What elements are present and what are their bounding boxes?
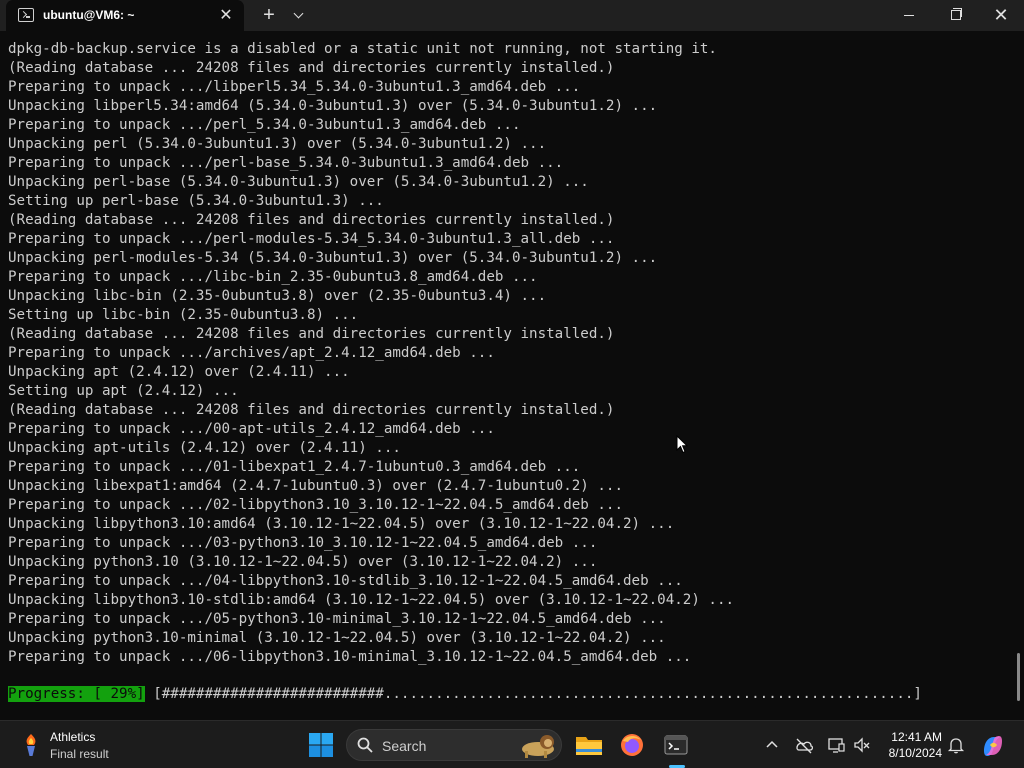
widget-title: Athletics <box>50 730 96 744</box>
search-placeholder: Search <box>382 738 427 754</box>
terminal-line: Preparing to unpack .../02-libpython3.10… <box>8 497 623 513</box>
new-tab-button[interactable]: + <box>258 4 280 26</box>
notification-bell-icon[interactable] <box>946 735 966 755</box>
progress-row: Progress: [ 29%] [######################… <box>8 685 922 704</box>
terminal-line: Unpacking python3.10-minimal (3.10.12-1~… <box>8 630 666 646</box>
terminal-line: Preparing to unpack .../perl-modules-5.3… <box>8 231 615 247</box>
terminal-line: Unpacking perl-base (5.34.0-3ubuntu1.3) … <box>8 174 589 190</box>
terminal-line: Preparing to unpack .../perl_5.34.0-3ubu… <box>8 117 521 133</box>
terminal-line: Unpacking libc-bin (2.35-0ubuntu3.8) ove… <box>8 288 547 304</box>
progress-label: Progress: [ 29%] <box>8 686 145 702</box>
minimize-button[interactable] <box>886 0 932 31</box>
terminal-line: Preparing to unpack .../01-libexpat1_2.4… <box>8 459 581 475</box>
clock-time: 12:41 AM <box>891 730 942 744</box>
tab-title: ubuntu@VM6: ~ <box>43 8 135 22</box>
terminal-line: Unpacking libperl5.34:amd64 (5.34.0-3ubu… <box>8 98 658 114</box>
file-explorer-icon[interactable] <box>573 729 605 761</box>
clock-date: 8/10/2024 <box>888 746 942 760</box>
terminal-output[interactable]: dpkg-db-backup.service is a disabled or … <box>0 31 1024 720</box>
weather-widget[interactable]: Athletics Final result <box>18 729 138 763</box>
terminal-icon <box>18 8 34 22</box>
terminal-line: (Reading database ... 24208 files and di… <box>8 60 615 76</box>
search-highlight-icon <box>517 731 559 759</box>
chevron-down-icon[interactable] <box>289 4 309 26</box>
torch-icon <box>22 733 40 757</box>
start-button[interactable] <box>305 729 337 761</box>
terminal-line: (Reading database ... 24208 files and di… <box>8 326 615 342</box>
close-tab-button[interactable]: ✕ <box>216 5 236 25</box>
terminal-line: Preparing to unpack .../05-python3.10-mi… <box>8 611 666 627</box>
progress-bar: [##########################.............… <box>144 686 922 702</box>
terminal-line: (Reading database ... 24208 files and di… <box>8 212 615 228</box>
title-bar: ubuntu@VM6: ~ ✕ + ✕ <box>0 0 1024 31</box>
tab-ubuntu-vm6[interactable]: ubuntu@VM6: ~ ✕ <box>6 0 244 31</box>
windows-logo-icon <box>309 733 333 757</box>
terminal-line: Unpacking perl (5.34.0-3ubuntu1.3) over … <box>8 136 547 152</box>
scrollbar[interactable] <box>1017 653 1020 701</box>
terminal-line: Preparing to unpack .../00-apt-utils_2.4… <box>8 421 495 437</box>
terminal-app-icon[interactable] <box>660 729 692 761</box>
widget-subtitle: Final result <box>50 747 109 761</box>
taskbar: Athletics Final result Search 12:41 AM 8… <box>0 720 1024 768</box>
terminal-lines: dpkg-db-backup.service is a disabled or … <box>8 40 1004 667</box>
terminal-line: Setting up apt (2.4.12) ... <box>8 383 239 399</box>
terminal-line: Preparing to unpack .../03-python3.10_3.… <box>8 535 598 551</box>
taskbar-search[interactable]: Search <box>346 729 562 761</box>
terminal-line: Unpacking libpython3.10-stdlib:amd64 (3.… <box>8 592 735 608</box>
copilot-icon[interactable] <box>980 733 1006 759</box>
terminal-line: Preparing to unpack .../libc-bin_2.35-0u… <box>8 269 538 285</box>
display-icon[interactable] <box>826 735 846 755</box>
search-icon <box>357 737 373 753</box>
terminal-line: Preparing to unpack .../libperl5.34_5.34… <box>8 79 581 95</box>
chevron-up-icon[interactable] <box>762 735 782 755</box>
terminal-line: Preparing to unpack .../perl-base_5.34.0… <box>8 155 564 171</box>
terminal-line: dpkg-db-backup.service is a disabled or … <box>8 41 717 57</box>
terminal-line: Preparing to unpack .../archives/apt_2.4… <box>8 345 495 361</box>
terminal-line: Unpacking python3.10 (3.10.12-1~22.04.5)… <box>8 554 598 570</box>
terminal-line: Setting up libc-bin (2.35-0ubuntu3.8) ..… <box>8 307 359 323</box>
firefox-icon[interactable] <box>616 729 648 761</box>
speaker-muted-icon[interactable] <box>852 735 872 755</box>
terminal-line: Unpacking apt-utils (2.4.12) over (2.4.1… <box>8 440 401 456</box>
terminal-line: Unpacking apt (2.4.12) over (2.4.11) ... <box>8 364 350 380</box>
terminal-line: Preparing to unpack .../06-libpython3.10… <box>8 649 692 665</box>
restore-button[interactable] <box>932 0 978 31</box>
terminal-line: (Reading database ... 24208 files and di… <box>8 402 615 418</box>
terminal-line: Preparing to unpack .../04-libpython3.10… <box>8 573 683 589</box>
network-offline-icon[interactable] <box>794 735 814 755</box>
terminal-line: Unpacking perl-modules-5.34 (5.34.0-3ubu… <box>8 250 658 266</box>
clock[interactable]: 12:41 AM 8/10/2024 <box>880 729 942 761</box>
terminal-line: Unpacking libexpat1:amd64 (2.4.7-1ubuntu… <box>8 478 623 494</box>
close-window-button[interactable]: ✕ <box>978 0 1024 31</box>
terminal-line: Unpacking libpython3.10:amd64 (3.10.12-1… <box>8 516 675 532</box>
terminal-line: Setting up perl-base (5.34.0-3ubuntu1.3)… <box>8 193 384 209</box>
